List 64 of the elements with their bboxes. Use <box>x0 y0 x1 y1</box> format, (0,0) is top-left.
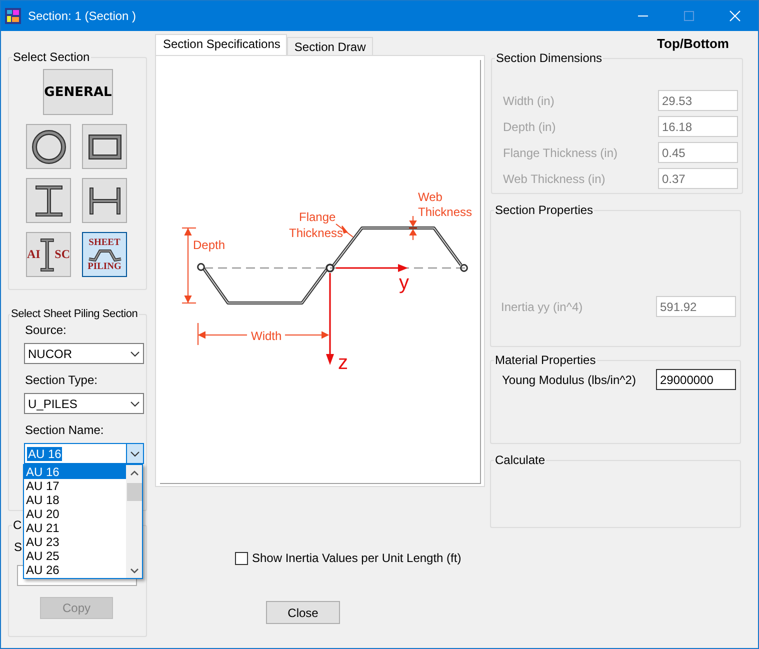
aisc-button[interactable]: AI SC <box>26 232 71 277</box>
axis-label: z <box>338 352 348 374</box>
group-title: Section Properties <box>494 203 594 217</box>
field-label: Flange Thickness (in) <box>502 146 618 160</box>
i-beam-button[interactable] <box>26 178 71 223</box>
dropdown-option[interactable]: AU 18 <box>24 493 126 507</box>
chevron-up-icon <box>130 470 138 476</box>
dropdown-field[interactable]: NUCOR <box>24 343 144 364</box>
dimension-label: Web Thickness <box>418 190 472 219</box>
circle-button[interactable] <box>26 124 71 169</box>
group-title: Calculate <box>494 453 546 467</box>
group-title: C <box>12 518 23 532</box>
checkbox[interactable] <box>235 552 248 564</box>
input-field[interactable]: 29000000 <box>656 369 736 390</box>
dimension-label: Width <box>251 329 282 343</box>
chevron-down-icon <box>130 350 140 356</box>
rectangle-button[interactable] <box>82 124 127 169</box>
tab[interactable]: Section Draw <box>287 37 373 55</box>
dropdown-option[interactable]: AU 25 <box>24 549 126 563</box>
dropdown-option[interactable]: AU 20 <box>24 507 126 521</box>
field-label: Young Modulus (lbs/in^2) <box>501 372 636 386</box>
chevron-down-icon <box>130 450 140 456</box>
group-title: Select Sheet Piling Section <box>10 307 139 321</box>
field-label: Web Thickness (in) <box>502 172 606 186</box>
chevron-down-icon <box>130 568 138 574</box>
dropdown-option[interactable]: AU 17 <box>24 479 126 493</box>
window-title: Section: 1 (Section ) <box>28 9 138 23</box>
dropdown-field[interactable]: AU 16 <box>24 443 144 464</box>
sheet-pile-icon <box>86 248 122 262</box>
field-label: Section Type: <box>25 373 98 388</box>
circle-icon <box>30 128 66 164</box>
close-icon <box>729 10 741 22</box>
field-label: Source: <box>25 323 68 338</box>
maximize-icon <box>683 10 695 22</box>
field-label: Section Name: <box>25 423 105 438</box>
group-title: Section Dimensions <box>495 51 604 65</box>
dropdown-field[interactable]: U_PILES <box>24 393 144 414</box>
section-heading: Top/Bottom <box>656 36 730 51</box>
dropdown-list[interactable]: AU 16 AU 17 AU 18 AU 20 AU 21 AU 23 AU 25 AU 26 <box>23 464 143 579</box>
field-label: Inertia yy (in^4) <box>500 300 583 314</box>
web-thickness-arrow <box>408 216 418 240</box>
dropdown-option[interactable]: AU 23 <box>24 535 126 549</box>
scrollbar[interactable] <box>126 465 142 578</box>
dropdown-option[interactable]: AU 26 <box>24 563 126 577</box>
dropdown-option[interactable]: AU 16 <box>24 465 126 479</box>
axis-label: y <box>399 272 409 294</box>
field-label: S <box>14 540 22 555</box>
field-label: Width (in) <box>502 94 554 108</box>
dimension-label: Depth <box>193 238 226 252</box>
app-icon <box>4 7 22 25</box>
group-title: Material Properties <box>494 353 597 367</box>
dimension-label: Flange Thickness <box>289 210 344 240</box>
sheet-piling-button[interactable]: SHEET PILING <box>82 232 127 277</box>
tab[interactable]: Section Specifications <box>155 34 288 55</box>
scrollbar-thumb[interactable] <box>126 483 142 501</box>
chevron-down-icon <box>130 400 140 406</box>
close-button[interactable]: Close <box>266 601 340 624</box>
field-label: Depth (in) <box>502 120 556 134</box>
general-button[interactable]: GENERAL <box>43 69 113 115</box>
dropdown-option[interactable]: AU 21 <box>24 521 126 535</box>
checkbox-label[interactable]: Show Inertia Values per Unit Length (ft) <box>252 551 462 565</box>
h-beam-button[interactable] <box>82 178 127 223</box>
group-title: Select Section <box>12 50 91 64</box>
y-axis-arrow <box>336 264 408 272</box>
